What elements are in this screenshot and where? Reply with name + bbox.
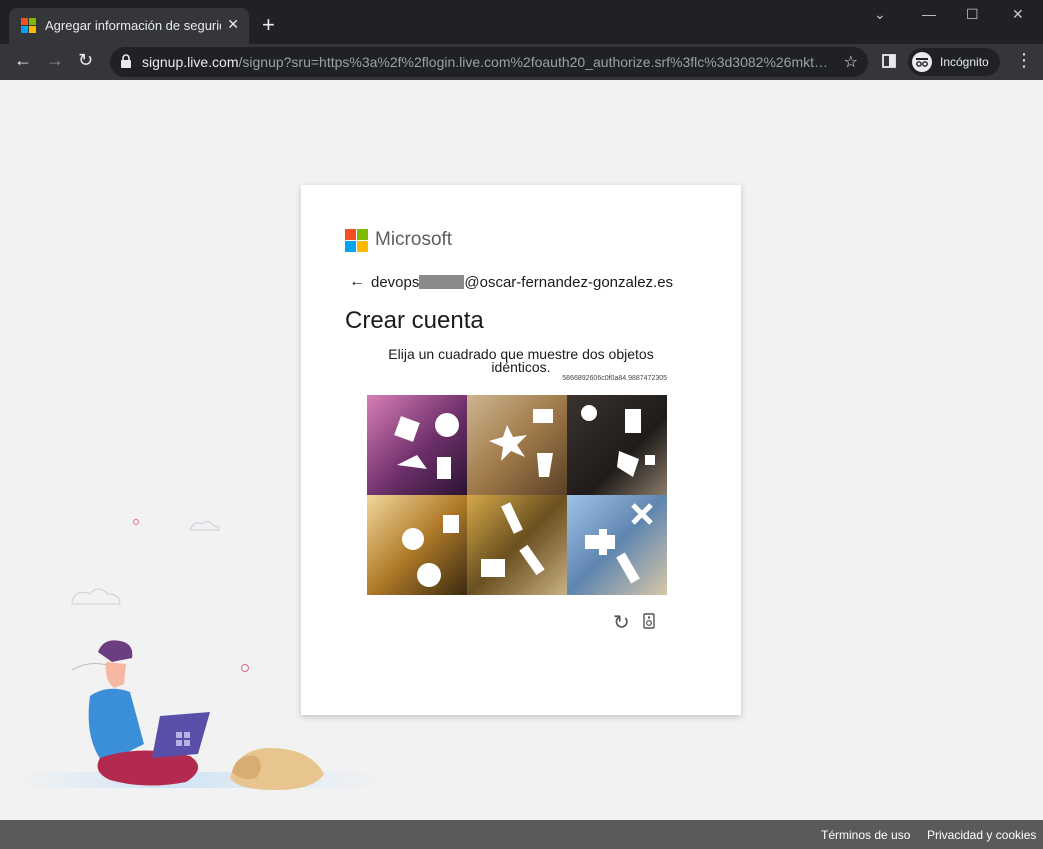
close-window-button[interactable]: ✕ [1012, 6, 1024, 23]
url-text: signup.live.com/signup?sru=https%3a%2f%2… [142, 54, 832, 70]
logo-square-blue-icon [345, 241, 356, 252]
refresh-captcha-button[interactable]: ↻ [613, 610, 630, 635]
page-background: Microsoft ← devops @oscar-fernandez-gonza… [0, 80, 1043, 820]
incognito-icon [912, 52, 932, 72]
forward-button[interactable]: → [46, 50, 64, 71]
bookmark-star-icon[interactable]: ☆ [844, 52, 858, 72]
logo-square-green-icon [357, 229, 368, 240]
incognito-label: Incógnito [940, 55, 989, 69]
address-bar[interactable]: signup.live.com/signup?sru=https%3a%2f%2… [110, 47, 868, 77]
incognito-indicator[interactable]: Incógnito [908, 48, 1000, 76]
side-panel-icon[interactable] [882, 54, 896, 68]
browser-tab[interactable]: Agregar información de seguridad ✕ [9, 8, 249, 44]
logo-text: Microsoft [375, 229, 453, 250]
tab-search-icon[interactable]: ⌄ [874, 6, 886, 23]
redacted-block [419, 275, 465, 289]
microsoft-favicon-icon [21, 18, 37, 34]
logo-square-red-icon [345, 229, 356, 240]
captcha-tile-1[interactable] [367, 395, 467, 495]
captcha-tile-6[interactable] [567, 495, 667, 595]
page-footer: Términos de uso Privacidad y cookies [0, 820, 1043, 849]
back-arrow-icon[interactable]: ← [349, 273, 365, 291]
back-button[interactable]: ← [14, 50, 32, 71]
captcha-tile-2[interactable] [467, 395, 567, 495]
page-title: Crear cuenta [345, 307, 484, 334]
captcha-instruction: Elija un cuadrado que muestre dos objeto… [388, 346, 654, 375]
minimize-button[interactable]: — [922, 6, 936, 22]
account-email: devops @oscar-fernandez-gonzalez.es [371, 274, 674, 291]
tab-strip: Agregar información de seguridad ✕ + ⌄ —… [0, 0, 1043, 44]
tab-title: Agregar información de seguridad [45, 18, 221, 33]
captcha-tile-4[interactable] [367, 495, 467, 595]
maximize-button[interactable]: ☐ [966, 6, 979, 23]
browser-toolbar: ← → ↻ signup.live.com/signup?sru=https%3… [0, 44, 1043, 80]
privacy-link[interactable]: Privacidad y cookies [927, 828, 1036, 842]
browser-menu-icon[interactable]: ⋮ [1015, 50, 1033, 71]
logo-square-yellow-icon [357, 241, 368, 252]
captcha-tile-3[interactable] [567, 395, 667, 495]
new-tab-button[interactable]: + [262, 14, 275, 36]
lock-icon [121, 54, 131, 68]
captcha-grid [367, 395, 667, 595]
signup-card: Microsoft ← devops @oscar-fernandez-gonza… [301, 185, 741, 715]
reload-button[interactable]: ↻ [78, 50, 93, 71]
audio-captcha-button[interactable] [643, 613, 655, 629]
tab-close-icon[interactable]: ✕ [227, 16, 239, 33]
captcha-tile-5[interactable] [467, 495, 567, 595]
terms-link[interactable]: Términos de uso [821, 828, 910, 842]
captcha-session-code: 5866892606c0f0a84.9887472305 [562, 375, 667, 382]
